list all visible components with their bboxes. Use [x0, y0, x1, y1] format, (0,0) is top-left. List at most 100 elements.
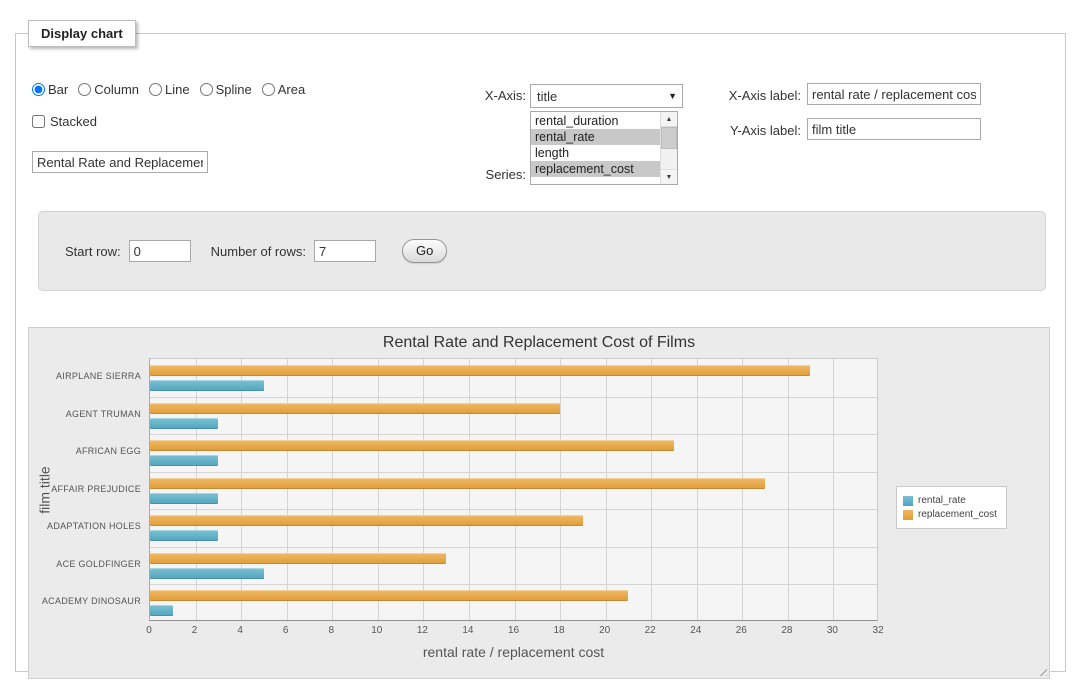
start-row-label: Start row:: [65, 244, 121, 259]
x-axis-selected-value: title: [537, 89, 557, 104]
chart-type-radio-spline[interactable]: [200, 83, 213, 96]
chart-type-radio-bar[interactable]: [32, 83, 45, 96]
plot-area: [149, 358, 878, 621]
x-tick-label: 14: [448, 625, 488, 636]
chart-type-radio-column[interactable]: [78, 83, 91, 96]
x-tick-label: 12: [402, 625, 442, 636]
legend-swatch: [903, 510, 913, 520]
category-label: ACADEMY DINOSAUR: [29, 596, 141, 606]
scrollbar[interactable]: ▲ ▼: [660, 112, 677, 184]
start-row-input[interactable]: [129, 240, 191, 262]
chart-type-radio-line[interactable]: [149, 83, 162, 96]
gridline: [742, 359, 743, 620]
gridline: [150, 472, 877, 473]
bar-rental_rate: [150, 493, 218, 504]
x-tick-label: 16: [494, 625, 534, 636]
category-label: AFFAIR PREJUDICE: [29, 484, 141, 494]
chart-type-option-bar: Bar: [32, 82, 68, 97]
gridline: [241, 359, 242, 620]
series-options: rental_durationrental_ratelengthreplacem…: [531, 113, 660, 177]
gridline: [287, 359, 288, 620]
x-axis-label-input[interactable]: [807, 83, 981, 105]
resize-handle-icon[interactable]: [1036, 665, 1047, 676]
chart-type-label: Area: [278, 82, 305, 97]
bar-replacement_cost: [150, 365, 810, 376]
gridline: [150, 509, 877, 510]
page: Display chart Bar Column Line Spline Area St…: [0, 0, 1081, 681]
scroll-up-icon[interactable]: ▲: [661, 112, 677, 127]
stacked-label: Stacked: [50, 114, 97, 129]
series-option-rental_duration[interactable]: rental_duration: [531, 113, 660, 129]
number-of-rows-input[interactable]: [314, 240, 376, 262]
bar-rental_rate: [150, 455, 218, 466]
series-listbox[interactable]: rental_durationrental_ratelengthreplacem…: [530, 111, 678, 185]
x-tick-label: 24: [676, 625, 716, 636]
chart-type-option-spline: Spline: [200, 82, 252, 97]
go-button[interactable]: Go: [402, 239, 447, 263]
gridline: [150, 547, 877, 548]
x-tick-label: 8: [311, 625, 351, 636]
x-axis-title: rental rate / replacement cost: [149, 644, 878, 660]
x-tick-label: 10: [357, 625, 397, 636]
chart-legend: rental_rate replacement_cost: [896, 486, 1007, 529]
chart-type-radio-area[interactable]: [262, 83, 275, 96]
y-axis-label-input[interactable]: [807, 118, 981, 140]
chart-title-input[interactable]: [32, 151, 208, 173]
x-tick-label: 30: [812, 625, 852, 636]
x-tick-label: 28: [767, 625, 807, 636]
bar-rental_rate: [150, 418, 218, 429]
gridline: [560, 359, 561, 620]
chart-type-label: Line: [165, 82, 190, 97]
legend-swatch: [903, 496, 913, 506]
bar-replacement_cost: [150, 553, 446, 564]
x-tick-label: 22: [630, 625, 670, 636]
category-label: AFRICAN EGG: [29, 446, 141, 456]
chart-type-option-column: Column: [78, 82, 139, 97]
scroll-down-icon[interactable]: ▼: [661, 169, 677, 184]
legend-item-rental_rate: rental_rate: [903, 495, 997, 506]
gridline: [196, 359, 197, 620]
bar-rental_rate: [150, 380, 264, 391]
gridline: [651, 359, 652, 620]
x-tick-label: 4: [220, 625, 260, 636]
gridline: [150, 584, 877, 585]
gridline: [606, 359, 607, 620]
gridline: [833, 359, 834, 620]
series-option-replacement_cost[interactable]: replacement_cost: [531, 161, 660, 177]
legend-label: replacement_cost: [918, 509, 997, 520]
bar-replacement_cost: [150, 478, 765, 489]
x-axis-select[interactable]: title ▼: [530, 84, 683, 108]
gridline: [378, 359, 379, 620]
gridline: [150, 434, 877, 435]
number-of-rows-label: Number of rows:: [211, 244, 306, 259]
panel-legend: Display chart: [28, 20, 136, 47]
gridline: [515, 359, 516, 620]
series-option-rental_rate[interactable]: rental_rate: [531, 129, 660, 145]
category-label: AGENT TRUMAN: [29, 409, 141, 419]
gridline: [332, 359, 333, 620]
category-label: ACE GOLDFINGER: [29, 559, 141, 569]
chart-type-label: Column: [94, 82, 139, 97]
x-tick-label: 2: [175, 625, 215, 636]
chart-title: Rental Rate and Replacement Cost of Film…: [29, 334, 1049, 352]
series-select-label: Series:: [446, 167, 526, 182]
x-axis-label-label: X-Axis label:: [676, 88, 801, 103]
gridline: [469, 359, 470, 620]
bar-replacement_cost: [150, 590, 628, 601]
scrollbar-thumb[interactable]: [661, 127, 677, 149]
stacked-checkbox[interactable]: [32, 115, 45, 128]
chart-type-label: Bar: [48, 82, 68, 97]
bar-replacement_cost: [150, 440, 674, 451]
x-tick-label: 18: [539, 625, 579, 636]
chart-type-label: Spline: [216, 82, 252, 97]
chart-type-option-line: Line: [149, 82, 190, 97]
category-label: AIRPLANE SIERRA: [29, 371, 141, 381]
chart: Rental Rate and Replacement Cost of Film…: [28, 327, 1050, 679]
series-option-length[interactable]: length: [531, 145, 660, 161]
bar-rental_rate: [150, 568, 264, 579]
gridline: [697, 359, 698, 620]
x-tick-label: 0: [129, 625, 169, 636]
x-tick-label: 26: [721, 625, 761, 636]
category-label: ADAPTATION HOLES: [29, 521, 141, 531]
bar-replacement_cost: [150, 515, 583, 526]
